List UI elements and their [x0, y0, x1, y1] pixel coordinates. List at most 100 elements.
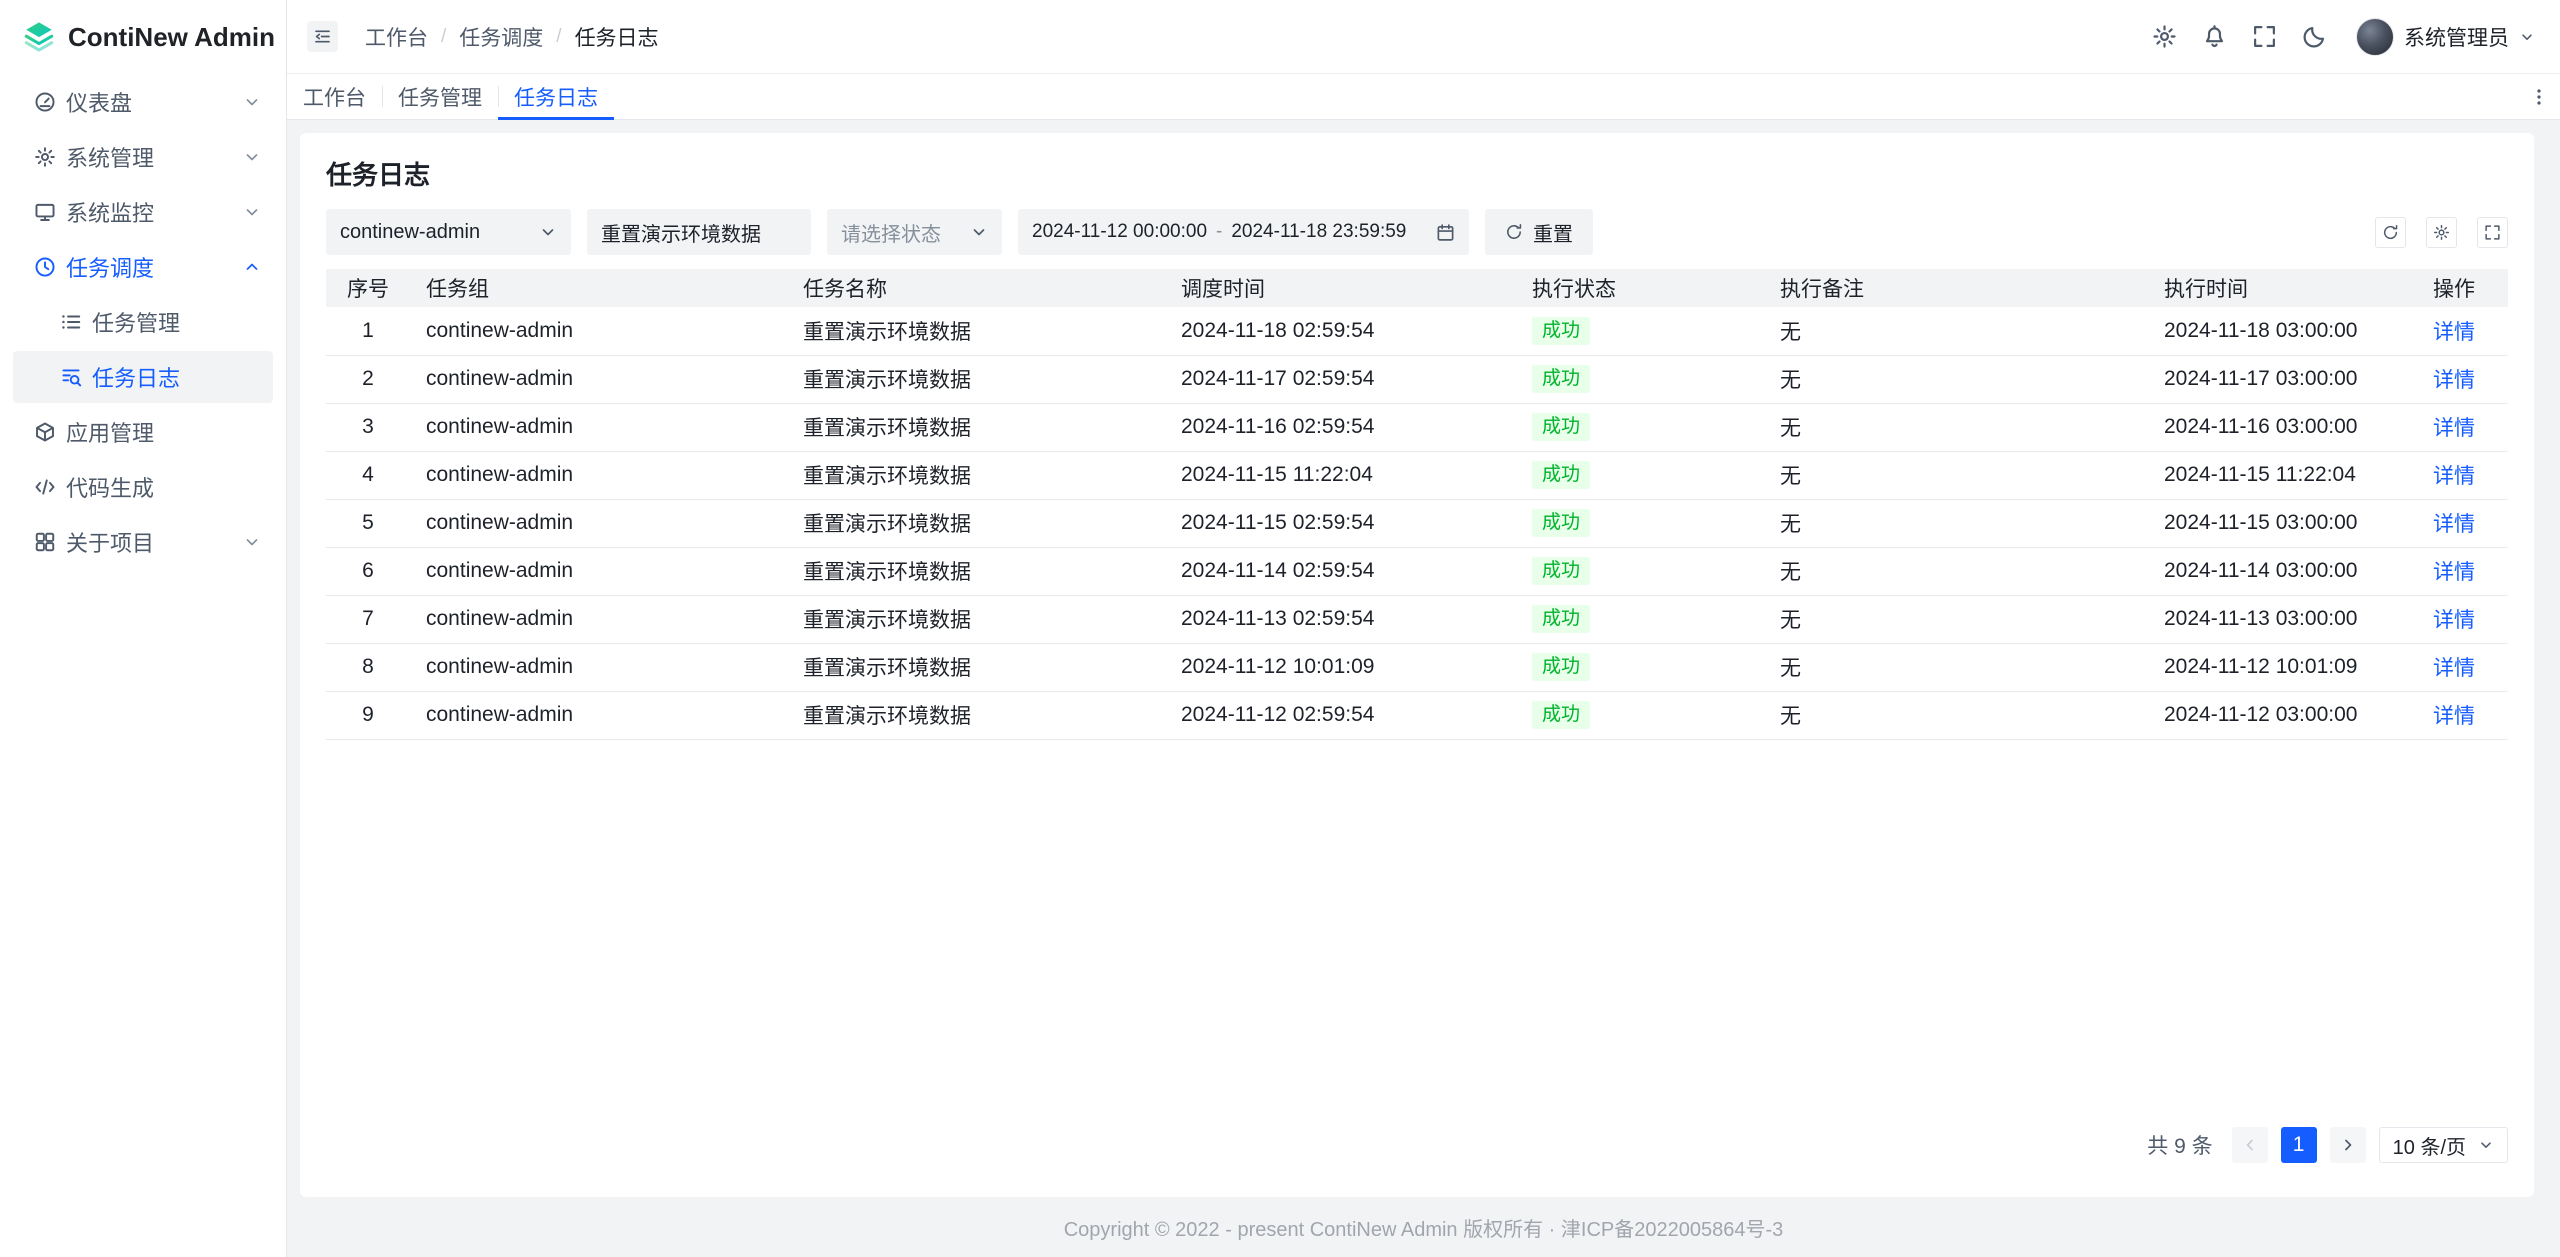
- cell-name: 重置演示环境数据: [787, 355, 1165, 403]
- detail-link[interactable]: 详情: [2433, 705, 2475, 728]
- chevron-down-icon: [243, 93, 261, 111]
- table-row: 4 continew-admin 重置演示环境数据 2024-11-15 11:…: [326, 451, 2508, 499]
- header-actions: 系统管理员: [2152, 18, 2535, 56]
- next-page-button[interactable]: [2330, 1127, 2366, 1163]
- cell-index: 7: [326, 595, 410, 643]
- cell-remark: 无: [1764, 355, 2148, 403]
- cell-index: 9: [326, 691, 410, 739]
- detail-link[interactable]: 详情: [2433, 513, 2475, 536]
- gear-icon: [34, 146, 56, 168]
- sidebar-item-system-monitor[interactable]: 系统监控: [13, 186, 273, 238]
- page-1-button[interactable]: 1: [2281, 1127, 2317, 1163]
- avatar: [2356, 18, 2394, 56]
- detail-link[interactable]: 详情: [2433, 609, 2475, 632]
- chevron-up-icon: [243, 258, 261, 276]
- detail-link[interactable]: 详情: [2433, 465, 2475, 488]
- cell-status: 成功: [1516, 355, 1764, 403]
- tab-task-management[interactable]: 任务管理: [382, 74, 498, 119]
- tab-workbench[interactable]: 工作台: [287, 74, 382, 119]
- content-area: 任务日志 continew-admin 请选择状态 2024-11-12 00:…: [287, 120, 2560, 1257]
- cell-group: continew-admin: [410, 307, 787, 355]
- table-fullscreen-button[interactable]: [2477, 217, 2508, 248]
- cell-status: 成功: [1516, 307, 1764, 355]
- detail-link[interactable]: 详情: [2433, 369, 2475, 392]
- code-icon: [34, 476, 56, 498]
- col-index: 序号: [326, 269, 410, 307]
- table-row: 7 continew-admin 重置演示环境数据 2024-11-13 02:…: [326, 595, 2508, 643]
- breadcrumb-item[interactable]: 工作台: [365, 22, 428, 52]
- sidebar-item-about-project[interactable]: 关于项目: [13, 516, 273, 568]
- breadcrumb-separator: /: [441, 26, 446, 48]
- sidebar-item-system-management[interactable]: 系统管理: [13, 131, 273, 183]
- user-menu[interactable]: 系统管理员: [2356, 18, 2535, 56]
- sidebar-item-task-log[interactable]: 任务日志: [13, 351, 273, 403]
- user-name: 系统管理员: [2404, 22, 2509, 52]
- dark-mode-moon-icon[interactable]: [2302, 24, 2327, 49]
- reset-button[interactable]: 重置: [1485, 209, 1593, 255]
- cell-exec-time: 2024-11-13 03:00:00: [2148, 595, 2400, 643]
- cell-name: 重置演示环境数据: [787, 403, 1165, 451]
- cell-actions: 详情: [2400, 595, 2508, 643]
- cell-exec-time: 2024-11-14 03:00:00: [2148, 547, 2400, 595]
- sidebar-item-label: 任务管理: [92, 306, 261, 338]
- cell-exec-time: 2024-11-16 03:00:00: [2148, 403, 2400, 451]
- fullscreen-icon[interactable]: [2252, 24, 2277, 49]
- refresh-icon: [2382, 224, 2399, 241]
- cell-name: 重置演示环境数据: [787, 451, 1165, 499]
- task-group-select[interactable]: continew-admin: [326, 209, 571, 255]
- more-vertical-icon: [2529, 87, 2549, 107]
- cell-status: 成功: [1516, 451, 1764, 499]
- top-header: 工作台 / 任务调度 / 任务日志 系统管理员: [287, 0, 2560, 74]
- breadcrumb-item[interactable]: 任务调度: [459, 22, 543, 52]
- logo-text: ContiNew Admin: [68, 22, 275, 53]
- tab-task-log[interactable]: 任务日志: [498, 74, 614, 119]
- notifications-bell-icon[interactable]: [2202, 24, 2227, 49]
- tab-bar: 工作台 任务管理 任务日志: [287, 74, 2560, 120]
- sidebar-item-dashboard[interactable]: 仪表盘: [13, 76, 273, 128]
- cell-remark: 无: [1764, 595, 2148, 643]
- cell-exec-time: 2024-11-12 10:01:09: [2148, 643, 2400, 691]
- page-size-select[interactable]: 10 条/页: [2379, 1127, 2508, 1163]
- settings-icon[interactable]: [2152, 24, 2177, 49]
- detail-link[interactable]: 详情: [2433, 657, 2475, 680]
- gear-icon: [2433, 224, 2450, 241]
- col-remark: 执行备注: [1764, 269, 2148, 307]
- sidebar-item-app-management[interactable]: 应用管理: [13, 406, 273, 458]
- log-search-icon: [60, 366, 82, 388]
- sidebar-item-label: 应用管理: [66, 416, 261, 448]
- detail-link[interactable]: 详情: [2433, 321, 2475, 344]
- expand-icon: [2484, 224, 2501, 241]
- column-settings-button[interactable]: [2426, 217, 2457, 248]
- prev-page-button[interactable]: [2232, 1127, 2268, 1163]
- cell-group: continew-admin: [410, 451, 787, 499]
- menu-collapse-button[interactable]: [307, 21, 338, 52]
- sidebar-item-code-generation[interactable]: 代码生成: [13, 461, 273, 513]
- task-name-input[interactable]: [587, 209, 811, 255]
- cell-schedule-time: 2024-11-15 02:59:54: [1165, 499, 1516, 547]
- cell-actions: 详情: [2400, 403, 2508, 451]
- sidebar: ContiNew Admin 仪表盘 系统管理 系统监控 任务调度: [0, 0, 287, 1257]
- detail-link[interactable]: 详情: [2433, 417, 2475, 440]
- cell-index: 4: [326, 451, 410, 499]
- detail-link[interactable]: 详情: [2433, 561, 2475, 584]
- tab-label: 任务管理: [398, 82, 482, 112]
- status-badge: 成功: [1532, 653, 1590, 681]
- tab-more-button[interactable]: [2518, 74, 2560, 119]
- chevron-down-icon: [2478, 1137, 2494, 1153]
- refresh-table-button[interactable]: [2375, 217, 2406, 248]
- date-range-picker[interactable]: 2024-11-12 00:00:00 - 2024-11-18 23:59:5…: [1018, 209, 1469, 255]
- task-log-card: 任务日志 continew-admin 请选择状态 2024-11-12 00:…: [300, 133, 2534, 1197]
- status-select[interactable]: 请选择状态: [827, 209, 1002, 255]
- cell-exec-time: 2024-11-15 11:22:04: [2148, 451, 2400, 499]
- refresh-icon: [1505, 223, 1523, 241]
- app-logo[interactable]: ContiNew Admin: [0, 0, 286, 74]
- chevron-down-icon: [243, 533, 261, 551]
- sidebar-item-task-management[interactable]: 任务管理: [13, 296, 273, 348]
- page-size-value: 10 条/页: [2393, 1131, 2466, 1160]
- col-exec-time: 执行时间: [2148, 269, 2400, 307]
- footer: Copyright © 2022 - present ContiNew Admi…: [287, 1197, 2560, 1257]
- cell-group: continew-admin: [410, 403, 787, 451]
- task-log-table: 序号 任务组 任务名称 调度时间 执行状态 执行备注 执行时间 操作: [326, 269, 2508, 740]
- cell-status: 成功: [1516, 547, 1764, 595]
- sidebar-item-task-schedule[interactable]: 任务调度: [13, 241, 273, 293]
